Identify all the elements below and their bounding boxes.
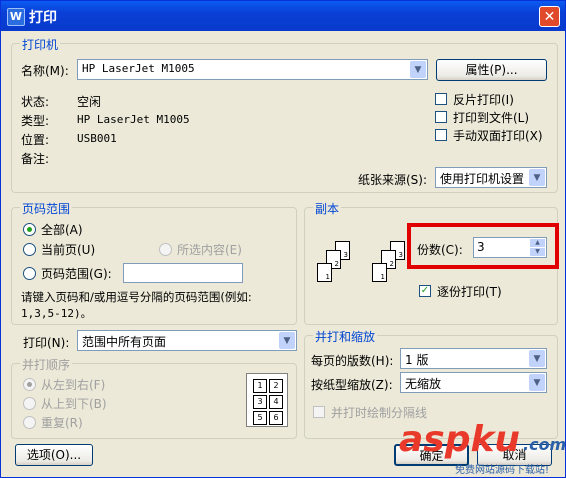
- chevron-down-icon: ▼: [410, 61, 426, 78]
- print-what-label: 打印(N):: [23, 336, 70, 350]
- watermark-tld: .com: [523, 435, 566, 454]
- range-current-radio[interactable]: [23, 243, 36, 256]
- range-hint: 请键入页码和/或用逗号分隔的页码范围(例如:: [21, 290, 252, 304]
- print-to-file-checkbox[interactable]: [435, 111, 447, 123]
- order-preview: 1 2 3 4 5 6: [246, 373, 288, 427]
- scale-label: 按纸型缩放(Z):: [311, 378, 393, 392]
- page-range-title: 页码范围: [20, 200, 73, 217]
- printer-group-title: 打印机: [20, 36, 61, 53]
- location-value: USB001: [77, 132, 117, 145]
- status-label: 状态:: [21, 95, 50, 109]
- chevron-down-icon: ▼: [529, 350, 545, 367]
- page-icon: 1: [317, 263, 332, 282]
- page-range-input[interactable]: [123, 263, 243, 283]
- grid-cell: 3: [253, 395, 267, 409]
- chevron-down-icon: ▼: [529, 374, 545, 391]
- reverse-print-label[interactable]: 反片打印(I): [453, 91, 514, 108]
- highlight-box: [407, 223, 559, 269]
- grid-cell: 5: [253, 411, 267, 425]
- paper-source-select[interactable]: 使用打印机设置 ▼: [435, 167, 547, 188]
- chevron-down-icon: ▼: [279, 332, 295, 349]
- properties-button[interactable]: 属性(P)...: [436, 59, 547, 81]
- printer-name-select[interactable]: HP LaserJet M1005 ▼: [77, 59, 428, 80]
- range-all-label[interactable]: 全部(A): [41, 221, 83, 238]
- location-label: 位置:: [21, 133, 50, 147]
- print-to-file-label[interactable]: 打印到文件(L): [453, 109, 529, 126]
- watermark-brand: aspku: [399, 419, 521, 460]
- collate-label[interactable]: 逐份打印(T): [437, 283, 502, 300]
- page-icon: 1: [372, 263, 387, 282]
- order-left-right-label: 从左到右(F): [41, 378, 106, 392]
- range-all-radio[interactable]: [23, 223, 36, 236]
- grid-cell: 6: [269, 411, 283, 425]
- type-label: 类型:: [21, 114, 50, 128]
- print-dialog: W 打印 ✕ 打印机 名称(M): HP LaserJet M1005 ▼ 属性…: [0, 0, 566, 478]
- manual-duplex-label[interactable]: 手动双面打印(X): [453, 127, 543, 144]
- per-sheet-select[interactable]: 1 版 ▼: [400, 348, 547, 369]
- chevron-down-icon: ▼: [529, 169, 545, 186]
- order-left-right-radio: [23, 378, 36, 391]
- window-title: 打印: [29, 10, 57, 26]
- print-what-select[interactable]: 范围中所有页面 ▼: [77, 330, 297, 351]
- comment-label: 备注:: [21, 152, 50, 166]
- range-selection-radio: [159, 243, 172, 256]
- order-repeat-label: 重复(R): [41, 416, 83, 430]
- range-pages-radio[interactable]: [23, 267, 36, 280]
- print-what-value: 范围中所有页面: [82, 335, 167, 349]
- scale-select[interactable]: 无缩放 ▼: [400, 372, 547, 393]
- draw-borders-checkbox: [313, 406, 325, 418]
- grid-cell: 4: [269, 395, 283, 409]
- options-button[interactable]: 选项(O)...: [15, 444, 93, 466]
- printer-name-value: HP LaserJet M1005: [82, 62, 195, 75]
- status-value: 空闲: [77, 95, 102, 109]
- range-hint-example: 1,3,5-12)。: [21, 307, 92, 320]
- order-repeat-radio: [23, 416, 36, 429]
- reverse-print-checkbox[interactable]: [435, 93, 447, 105]
- collate-checkbox[interactable]: ✓: [419, 285, 431, 297]
- app-icon: W: [7, 8, 25, 26]
- watermark: aspku .com 免费网站源码下载站!: [399, 419, 566, 477]
- range-current-label[interactable]: 当前页(U): [41, 241, 95, 258]
- order-top-bottom-radio: [23, 397, 36, 410]
- zoom-title: 并打和缩放: [313, 328, 378, 345]
- manual-duplex-checkbox[interactable]: [435, 129, 447, 141]
- scale-value: 无缩放: [405, 377, 442, 391]
- grid-cell: 2: [269, 379, 283, 393]
- range-selection-label: 所选内容(E): [177, 243, 242, 257]
- range-pages-label[interactable]: 页码范围(G):: [41, 265, 112, 282]
- grid-cell: 1: [253, 379, 267, 393]
- order-top-bottom-label: 从上到下(B): [41, 397, 107, 411]
- paper-source-value: 使用打印机设置: [440, 172, 525, 186]
- per-sheet-value: 1 版: [405, 353, 429, 367]
- order-title: 并打顺序: [20, 356, 73, 373]
- watermark-slogan: 免费网站源码下载站!: [455, 465, 550, 476]
- per-sheet-label: 每页的版数(H):: [311, 354, 394, 368]
- close-button[interactable]: ✕: [539, 6, 560, 27]
- paper-source-label: 纸张来源(S):: [358, 173, 428, 187]
- copies-title: 副本: [313, 200, 342, 217]
- title-bar[interactable]: W 打印 ✕: [1, 1, 565, 31]
- printer-name-label: 名称(M):: [21, 64, 69, 78]
- type-value: HP LaserJet M1005: [77, 113, 190, 126]
